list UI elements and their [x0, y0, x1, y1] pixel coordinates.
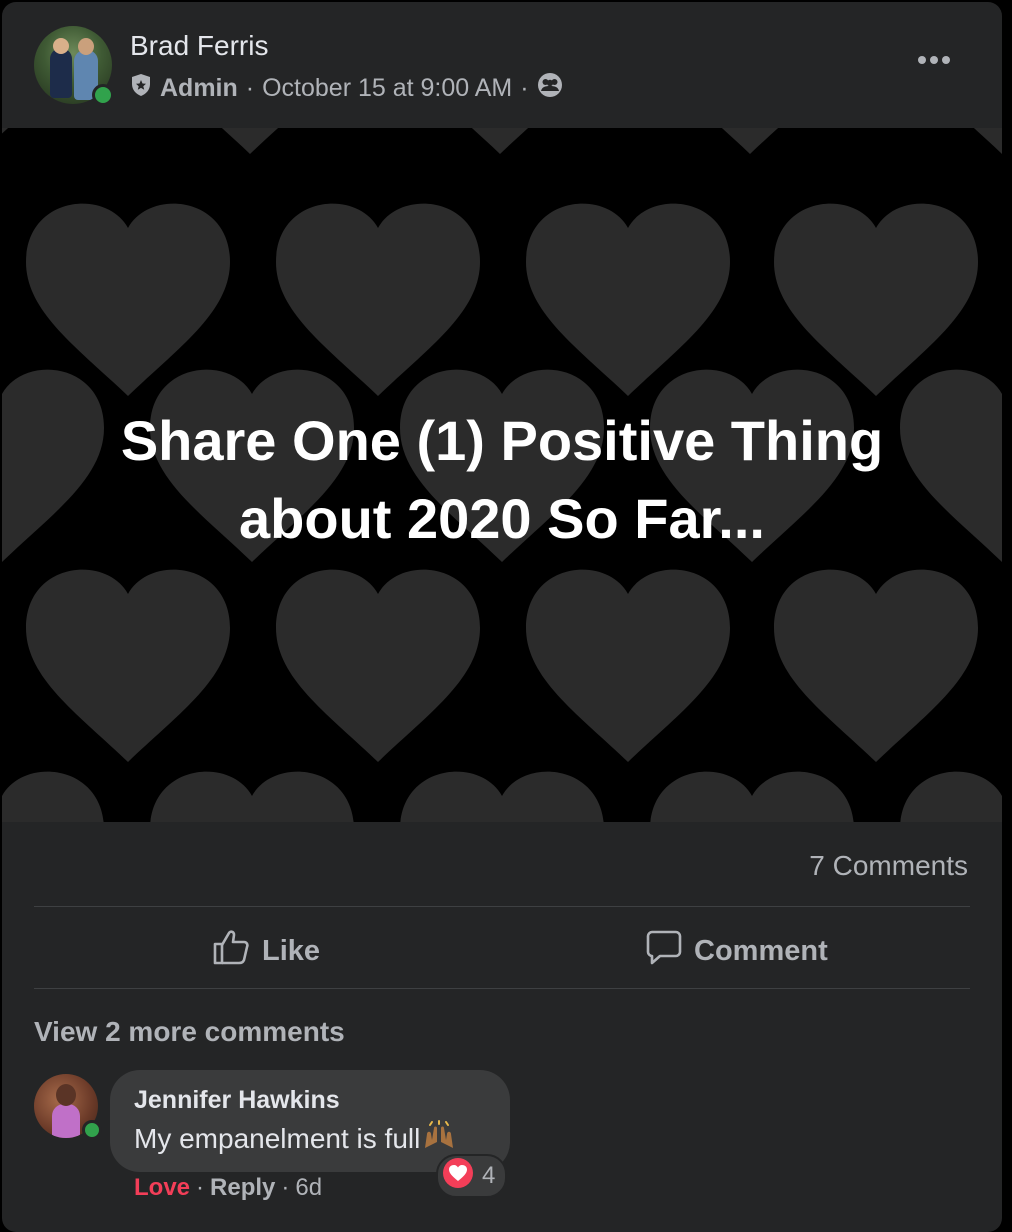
more-options-icon [917, 52, 951, 70]
author-name[interactable]: Brad Ferris [130, 30, 268, 62]
comment-text: My empanelment is full [134, 1120, 456, 1157]
post-image-text: Share One (1) Positive Thing about 2020 … [2, 402, 1002, 558]
post-meta: Admin · October 15 at 9:00 AM · [130, 70, 563, 106]
meta-separator-2: · [520, 73, 529, 102]
view-more-comments-link[interactable]: View 2 more comments [34, 1016, 345, 1048]
post-text-line-1: Share One (1) Positive Thing [120, 409, 884, 472]
comment-actions: Love · Reply · 6d [134, 1174, 322, 1202]
comment-label: Comment [694, 934, 828, 967]
comments-count[interactable]: 7 Comments [809, 850, 968, 882]
speech-bubble-icon [646, 929, 682, 973]
post-image[interactable]: Share One (1) Positive Thing about 2020 … [2, 128, 1002, 822]
commenter-avatar[interactable] [34, 1074, 102, 1140]
online-status-dot [92, 84, 114, 106]
post-header: Brad Ferris Admin · October 15 at 9:00 A… [2, 2, 1002, 128]
action-separator: · [196, 1174, 205, 1201]
comment-author-name[interactable]: Jennifer Hawkins [134, 1086, 340, 1115]
comment-button[interactable]: Comment [646, 916, 828, 986]
post-card: Brad Ferris Admin · October 15 at 9:00 A… [2, 2, 1002, 1232]
reply-link[interactable]: Reply [210, 1174, 275, 1202]
comment-age[interactable]: 6d [295, 1174, 322, 1202]
reaction-count: 4 [482, 1162, 496, 1189]
divider-top [34, 906, 970, 907]
like-label: Like [262, 934, 321, 967]
action-separator-2: · [281, 1174, 290, 1201]
raised-hands-emoji [422, 1120, 456, 1157]
like-button[interactable]: Like [212, 916, 320, 986]
commenter-online-dot [82, 1120, 102, 1140]
meta-separator: · [245, 73, 255, 102]
admin-badge-label: Admin [160, 73, 238, 102]
shield-icon [130, 73, 152, 104]
comment-body: My empanelment is full [134, 1122, 421, 1154]
love-reaction-link[interactable]: Love [134, 1174, 190, 1202]
comment-reactions[interactable]: 4 [436, 1154, 508, 1198]
divider-bottom [34, 988, 970, 989]
heart-reaction-icon [442, 1157, 474, 1196]
author-avatar[interactable] [34, 26, 114, 106]
post-text-line-2: about 2020 So Far... [239, 487, 765, 550]
thumbs-up-icon [212, 928, 250, 974]
more-options-button[interactable] [914, 46, 954, 76]
group-audience-icon[interactable] [537, 72, 563, 105]
post-timestamp[interactable]: October 15 at 9:00 AM [262, 74, 512, 103]
